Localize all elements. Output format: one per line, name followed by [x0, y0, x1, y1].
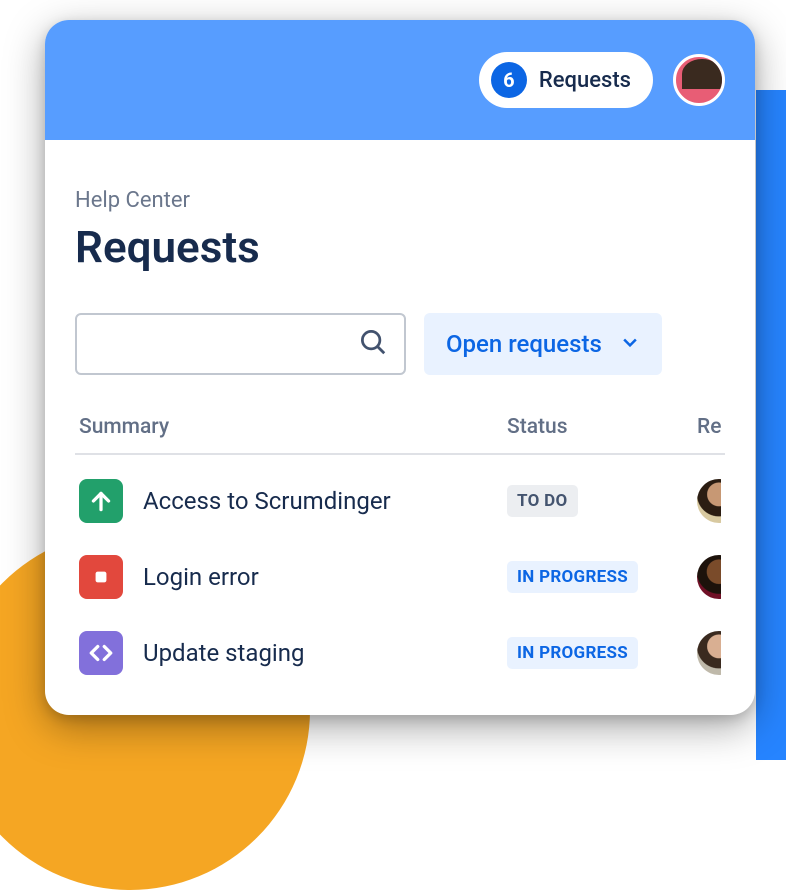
- filter-dropdown[interactable]: Open requests: [424, 313, 662, 375]
- requests-count-pill[interactable]: 6 Requests: [479, 52, 653, 108]
- column-header-status[interactable]: Status: [507, 415, 697, 439]
- requests-card: 6 Requests Help Center Requests Open req…: [45, 20, 755, 715]
- requester-avatar[interactable]: [697, 555, 721, 599]
- requests-count-label: Requests: [539, 68, 631, 93]
- filter-label: Open requests: [446, 330, 602, 358]
- code-icon: [79, 631, 123, 675]
- status-badge: IN PROGRESS: [507, 637, 638, 669]
- requests-count-badge: 6: [491, 62, 527, 98]
- page-title: Requests: [75, 221, 725, 273]
- decorative-stripe: [756, 90, 786, 760]
- user-avatar[interactable]: [673, 54, 725, 106]
- row-summary: Login error: [143, 563, 259, 591]
- search-input[interactable]: [93, 333, 358, 356]
- chevron-down-icon: [620, 330, 640, 358]
- status-badge: IN PROGRESS: [507, 561, 638, 593]
- search-input-wrapper[interactable]: [75, 313, 406, 375]
- status-badge: TO DO: [507, 485, 578, 517]
- table-header: Summary Status Requester: [75, 415, 725, 455]
- card-body: Help Center Requests Open requests: [45, 140, 755, 691]
- header-bar: 6 Requests: [45, 20, 755, 140]
- requester-avatar[interactable]: [697, 479, 721, 523]
- breadcrumb[interactable]: Help Center: [75, 188, 725, 213]
- requester-avatar[interactable]: [697, 631, 721, 675]
- row-summary: Access to Scrumdinger: [143, 487, 391, 515]
- table-row[interactable]: Login error IN PROGRESS: [75, 539, 725, 615]
- search-icon: [358, 327, 388, 361]
- table-row[interactable]: Update staging IN PROGRESS: [75, 615, 725, 691]
- table-row[interactable]: Access to Scrumdinger TO DO: [75, 463, 725, 539]
- dot-icon: [79, 555, 123, 599]
- column-header-requester[interactable]: Requester: [697, 415, 721, 439]
- arrow-up-icon: [79, 479, 123, 523]
- controls-row: Open requests: [75, 313, 725, 375]
- column-header-summary[interactable]: Summary: [79, 415, 507, 439]
- row-summary: Update staging: [143, 639, 305, 667]
